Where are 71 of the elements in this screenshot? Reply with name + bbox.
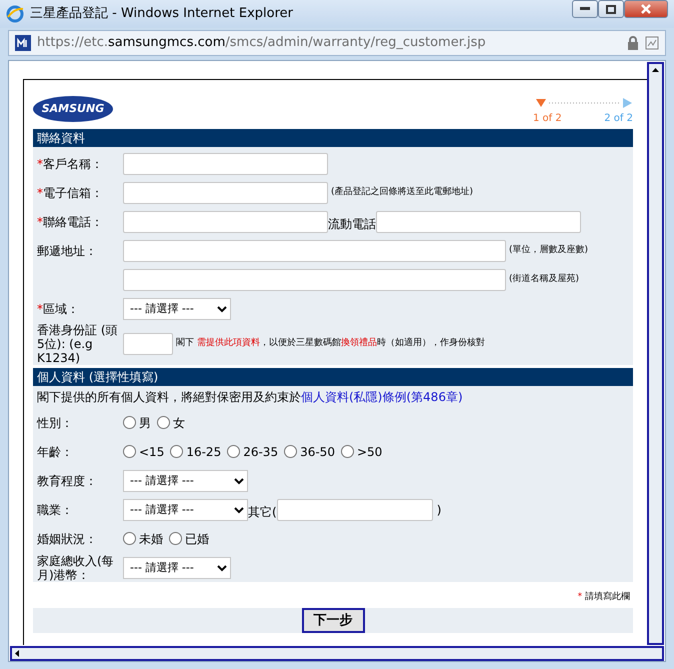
horizontal-scrollbar[interactable] xyxy=(10,646,664,661)
radio-button[interactable] xyxy=(123,416,136,429)
field-label: 流動電話 xyxy=(328,216,376,232)
input-field[interactable] xyxy=(123,333,173,355)
field-label: *聯絡電話： xyxy=(37,214,103,228)
dropdown[interactable]: --- 請選擇 --- xyxy=(123,298,231,320)
field-label: 其它( xyxy=(248,504,277,520)
field-label: ) xyxy=(436,502,442,518)
radio-button[interactable] xyxy=(157,416,170,429)
section-header: 聯絡資料 xyxy=(33,129,633,147)
radio-button[interactable] xyxy=(123,445,136,458)
minimize-button[interactable] xyxy=(572,0,598,18)
input-field[interactable] xyxy=(123,268,506,290)
field-label: *客戶名稱： xyxy=(37,156,103,170)
next-button[interactable]: 下一步 xyxy=(302,608,364,633)
compatibility-icon[interactable] xyxy=(645,36,659,50)
required-note: * 請填寫此欄 xyxy=(578,591,630,604)
vertical-scrollbar[interactable] xyxy=(647,62,664,645)
logo: SAMSUNG xyxy=(33,96,113,122)
window-title: 三星產品登記 - Windows Internet Explorer xyxy=(30,5,293,24)
dropdown[interactable]: --- 請選擇 --- xyxy=(123,470,248,492)
field-label: 婚姻狀況： xyxy=(37,532,97,546)
browser-icon xyxy=(6,5,24,23)
minimize-icon[interactable] xyxy=(580,7,590,11)
maximize-icon[interactable] xyxy=(606,4,616,14)
field-label: 郵遞地址： xyxy=(37,244,97,258)
field-label: *電子信箱： xyxy=(37,186,103,200)
radio-label: 男 xyxy=(139,414,151,432)
field-label: 香港身份証 (頭5位): (e.g K1234) xyxy=(37,323,118,365)
hint-text: (產品登記之回條將送至此電郵地址) xyxy=(331,186,474,199)
radio-button[interactable] xyxy=(170,445,184,458)
lock-icon[interactable] xyxy=(627,36,639,50)
radio-label: 36-50 xyxy=(300,444,335,460)
privacy-link[interactable]: 個人資料(私隱)條例(第486章) xyxy=(301,390,463,404)
field-label: 家庭總收入(每月)港幣： xyxy=(37,554,115,582)
input-field[interactable] xyxy=(376,210,581,232)
input-field[interactable] xyxy=(123,210,328,232)
dropdown[interactable]: --- 請選擇 --- xyxy=(123,498,248,520)
radio-label: <15 xyxy=(139,444,164,460)
radio-button[interactable] xyxy=(340,445,354,458)
close-button[interactable] xyxy=(624,0,668,18)
intro-text: 閣下提供的所有個人資料，將絕對保密用及約束於個人資料(私隱)條例(第486章) xyxy=(37,389,463,406)
radio-button[interactable] xyxy=(169,532,182,545)
dropdown[interactable]: --- 請選擇 --- xyxy=(123,556,231,578)
field-label: *區域： xyxy=(37,302,79,316)
hint-text: (單位，層數及座數) xyxy=(509,244,588,257)
input-field[interactable] xyxy=(123,152,328,174)
field-label: 年齡： xyxy=(37,444,73,458)
radio-button[interactable] xyxy=(227,445,240,458)
radio-label: >50 xyxy=(356,444,382,460)
section-header: 個人資料 (選擇性填寫) xyxy=(33,368,633,386)
step-label: 2 of 2 xyxy=(604,112,633,126)
radio-button[interactable] xyxy=(284,445,298,458)
radio-label: 26-35 xyxy=(243,444,278,460)
site-icon xyxy=(15,35,31,51)
radio-label: 16-25 xyxy=(186,444,222,460)
hint-text: 閣下 需提供此項資料，以便於三星數碼館換領禮品時（如適用），作身份核對 xyxy=(176,337,485,350)
field-label: 性別： xyxy=(37,416,73,430)
close-icon[interactable] xyxy=(641,4,651,14)
radio-label: 女 xyxy=(173,414,185,432)
step-label: 1 of 2 xyxy=(533,112,562,126)
maximize-button[interactable] xyxy=(598,0,624,18)
field-label: 職業： xyxy=(37,502,73,516)
field-label: 教育程度： xyxy=(37,474,97,488)
radio-label: 已婚 xyxy=(185,530,209,548)
input-field[interactable] xyxy=(123,182,328,204)
input-field[interactable] xyxy=(123,240,506,262)
radio-label: 未婚 xyxy=(139,530,163,548)
hint-text: (街道名稱及屋苑) xyxy=(509,272,580,286)
input-field[interactable] xyxy=(276,498,433,520)
radio-button[interactable] xyxy=(123,532,136,545)
